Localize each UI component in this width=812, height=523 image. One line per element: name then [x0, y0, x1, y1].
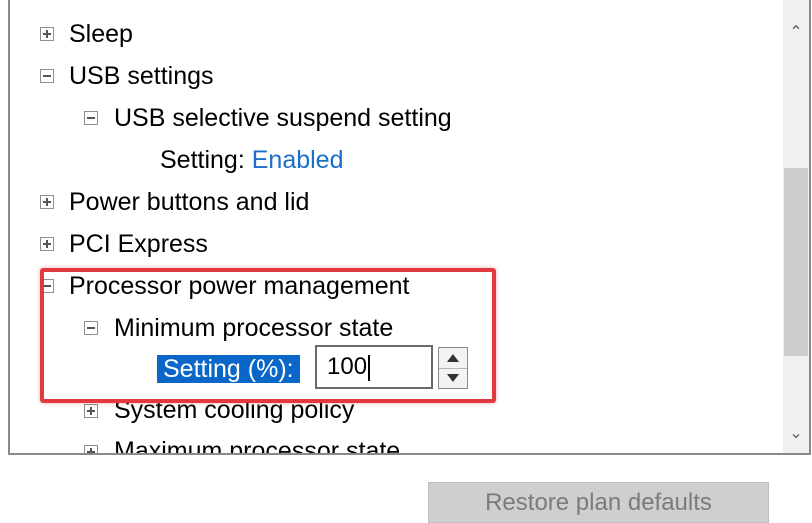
tree-item-label: Maximum processor state [114, 437, 401, 455]
tree-item-label: Sleep [69, 20, 133, 48]
usb-suspend-setting-row[interactable]: Setting: Enabled [160, 141, 343, 179]
power-settings-tree[interactable]: Sleep USB settings USB selective suspend… [8, 0, 811, 455]
chevron-up-icon[interactable]: ⌃ [783, 20, 809, 46]
vertical-scrollbar[interactable]: ⌃ ⌄ [783, 0, 809, 453]
collapse-icon[interactable] [84, 111, 98, 125]
tree-item-label: PCI Express [69, 230, 208, 258]
tree-item-label: USB selective suspend setting [114, 104, 452, 132]
red-highlight-box [40, 268, 496, 403]
expand-icon[interactable] [84, 404, 98, 418]
expand-icon[interactable] [40, 27, 54, 41]
tree-item-label: USB settings [69, 62, 214, 90]
restore-plan-defaults-button[interactable]: Restore plan defaults [428, 482, 769, 523]
collapse-icon[interactable] [40, 69, 54, 83]
expand-icon[interactable] [84, 445, 98, 453]
setting-label: Setting: [160, 146, 245, 174]
chevron-down-icon[interactable]: ⌄ [783, 421, 809, 447]
tree-item-label: Power buttons and lid [69, 188, 310, 216]
expand-icon[interactable] [40, 195, 54, 209]
expand-icon[interactable] [40, 237, 54, 251]
setting-value-link[interactable]: Enabled [252, 146, 344, 174]
scrollbar-thumb[interactable] [784, 168, 808, 356]
